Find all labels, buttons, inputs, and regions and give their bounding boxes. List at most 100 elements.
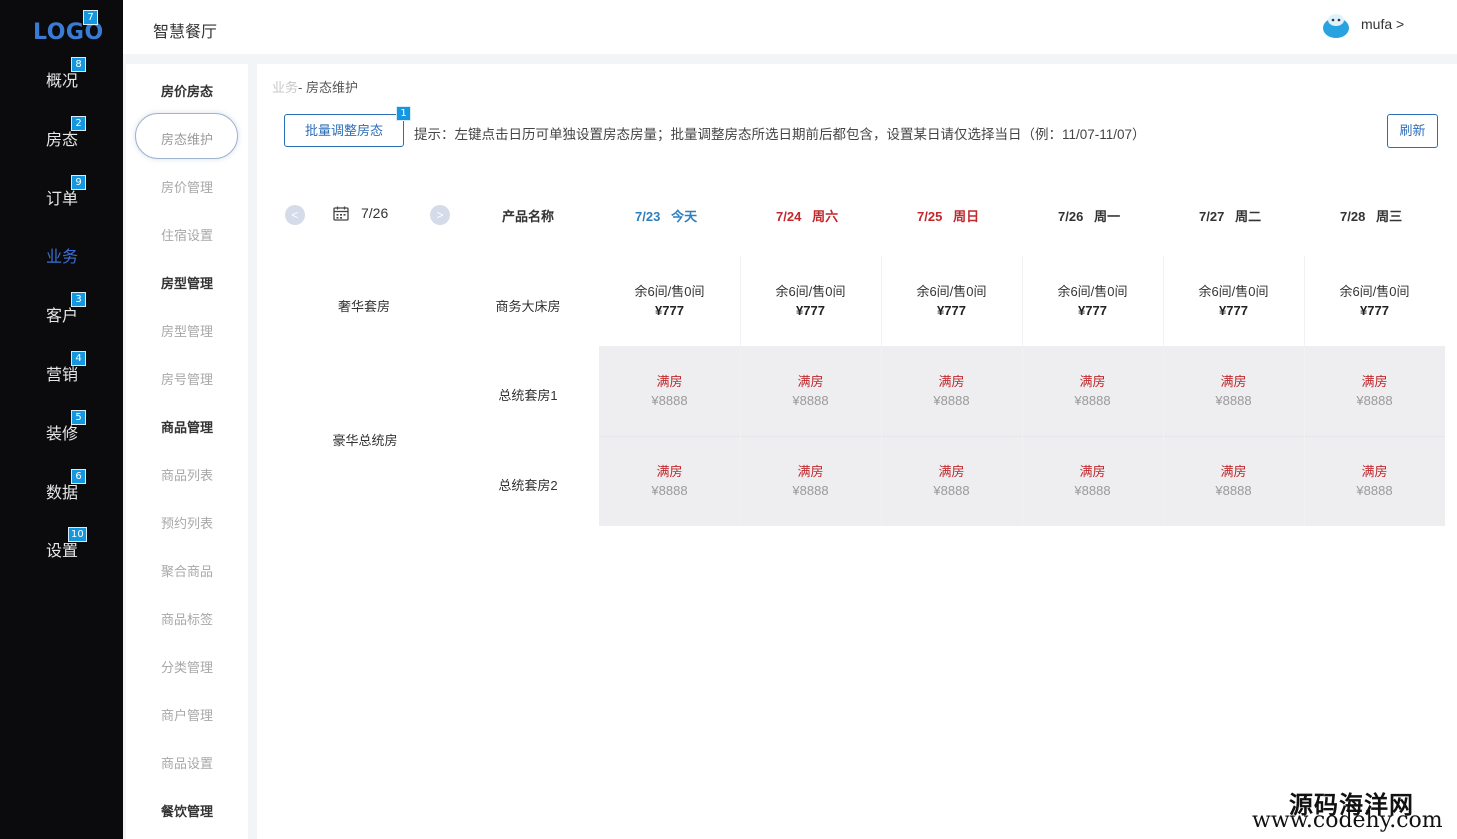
app-title: 智慧餐厅 bbox=[153, 24, 218, 41]
cell-price: ¥777 bbox=[1219, 303, 1248, 318]
calendar-cell[interactable]: 满房 ¥8888 bbox=[1163, 462, 1304, 500]
cell-status: 满房 bbox=[1220, 464, 1247, 479]
calendar-cell[interactable]: 余6间/售0间 ¥777 bbox=[1022, 282, 1163, 320]
avatar-icon[interactable] bbox=[1321, 11, 1351, 39]
cell-status: 余6间/售0间 bbox=[634, 284, 705, 299]
room-name: 总统套房1 bbox=[498, 388, 558, 403]
tip-text: 提示：左键点击日历可单独设置房态房量；批量调整房态所选日期前后都包含，设置某日请… bbox=[414, 127, 1146, 142]
cell-price: ¥777 bbox=[796, 303, 825, 318]
submenu-item-category[interactable]: 分类管理 bbox=[126, 657, 248, 676]
calendar-cell[interactable]: 余6间/售0间 ¥777 bbox=[1163, 282, 1304, 320]
nav-badge: 6 bbox=[71, 469, 86, 484]
submenu-item-aggregate-goods[interactable]: 聚合商品 bbox=[126, 561, 248, 580]
date-header[interactable]: 7/24 周六 bbox=[776, 206, 838, 225]
logo-badge: 7 bbox=[83, 10, 98, 25]
cell-status: 满房 bbox=[656, 374, 683, 389]
top-header: 智慧餐厅 mufa > bbox=[123, 0, 1457, 54]
date-header[interactable]: 7/28 周三 bbox=[1340, 206, 1402, 225]
breadcrumb: 业务- 房态维护 bbox=[272, 77, 358, 96]
cell-status: 余6间/售0间 bbox=[1198, 284, 1269, 299]
calendar-cell[interactable]: 余6间/售0间 ¥777 bbox=[1304, 282, 1445, 320]
cell-price: ¥8888 bbox=[651, 483, 688, 498]
calendar-cell[interactable]: 满房 ¥8888 bbox=[881, 372, 1022, 410]
submenu-group-catering: 餐饮管理 bbox=[160, 804, 213, 819]
calendar-cell[interactable]: 满房 ¥8888 bbox=[1022, 372, 1163, 410]
room-status-calendar: < 7/26 > 产品名称 7/23 今天 7/24 周六 7/25 周日 7/… bbox=[272, 174, 1445, 594]
batch-badge: 1 bbox=[396, 106, 411, 121]
next-date-button[interactable]: > bbox=[430, 205, 450, 225]
date-header-day: 周三 bbox=[1376, 209, 1403, 224]
cell-price: ¥8888 bbox=[933, 393, 970, 408]
nav-item-business[interactable]: 业务 bbox=[46, 243, 78, 267]
cell-status: 满房 bbox=[797, 374, 824, 389]
calendar-icon[interactable] bbox=[333, 206, 349, 221]
nav-badge: 2 bbox=[71, 116, 86, 131]
room-name: 总统套房2 bbox=[498, 478, 558, 493]
submenu-item-merchant[interactable]: 商户管理 bbox=[126, 705, 248, 724]
cell-status: 余6间/售0间 bbox=[1339, 284, 1410, 299]
cell-price: ¥8888 bbox=[1215, 483, 1252, 498]
submenu-item-reservation-list[interactable]: 预约列表 bbox=[126, 513, 248, 532]
submenu-item-room-number[interactable]: 房号管理 bbox=[126, 369, 248, 388]
cell-price: ¥8888 bbox=[792, 483, 829, 498]
date-header-date: 7/28 bbox=[1340, 209, 1366, 224]
cell-status: 余6间/售0间 bbox=[916, 284, 987, 299]
user-menu-link[interactable]: mufa > bbox=[1361, 16, 1404, 32]
cell-price: ¥777 bbox=[937, 303, 966, 318]
date-header[interactable]: 7/26 周一 bbox=[1058, 206, 1120, 225]
date-header-date: 7/27 bbox=[1199, 209, 1225, 224]
room-category: 奢华套房 bbox=[337, 299, 390, 314]
room-name: 商务大床房 bbox=[495, 299, 561, 314]
watermark-url: www.codehy.com bbox=[1252, 808, 1443, 833]
submenu-item-goods-settings[interactable]: 商品设置 bbox=[126, 753, 248, 772]
breadcrumb-parent[interactable]: 业务 bbox=[272, 80, 298, 95]
calendar-cell[interactable]: 满房 ¥8888 bbox=[740, 372, 881, 410]
date-header[interactable]: 7/25 周日 bbox=[917, 206, 979, 225]
calendar-cell[interactable]: 满房 ¥8888 bbox=[1304, 372, 1445, 410]
submenu-item-stay-settings[interactable]: 住宿设置 bbox=[126, 225, 248, 244]
calendar-cell[interactable]: 满房 ¥8888 bbox=[1163, 372, 1304, 410]
batch-adjust-button[interactable]: 批量调整房态 bbox=[284, 114, 404, 147]
cell-status: 满房 bbox=[1361, 374, 1388, 389]
calendar-cell[interactable]: 余6间/售0间 ¥777 bbox=[740, 282, 881, 320]
date-header-day: 周二 bbox=[1235, 209, 1262, 224]
calendar-cell[interactable]: 满房 ¥8888 bbox=[599, 372, 740, 410]
calendar-cell[interactable]: 满房 ¥8888 bbox=[740, 462, 881, 500]
prev-date-button[interactable]: < bbox=[285, 205, 305, 225]
cell-status: 满房 bbox=[938, 374, 965, 389]
cell-price: ¥8888 bbox=[1074, 483, 1111, 498]
calendar-cell[interactable]: 满房 ¥8888 bbox=[881, 462, 1022, 500]
date-header-date: 7/24 bbox=[776, 209, 802, 224]
date-header[interactable]: 7/23 今天 bbox=[635, 206, 697, 225]
submenu-item-goods-list[interactable]: 商品列表 bbox=[126, 465, 248, 484]
cell-status: 满房 bbox=[1220, 374, 1247, 389]
calendar-cell[interactable]: 余6间/售0间 ¥777 bbox=[599, 282, 740, 320]
submenu-item-room-type[interactable]: 房型管理 bbox=[126, 321, 248, 340]
submenu-group-room-price-status: 房价房态 bbox=[160, 84, 213, 99]
submenu-group-room-type: 房型管理 bbox=[160, 276, 213, 291]
cell-status: 余6间/售0间 bbox=[775, 284, 846, 299]
submenu-item-goods-tags[interactable]: 商品标签 bbox=[126, 609, 248, 628]
date-header-day: 周日 bbox=[953, 209, 980, 224]
refresh-button[interactable]: 刷新 bbox=[1387, 114, 1438, 148]
submenu-item-room-price[interactable]: 房价管理 bbox=[126, 177, 248, 196]
room-category: 豪华总统房 bbox=[332, 433, 398, 448]
calendar-cell[interactable]: 满房 ¥8888 bbox=[1304, 462, 1445, 500]
cell-price: ¥777 bbox=[1360, 303, 1389, 318]
sub-menu: 房价房态 房态维护 房价管理 住宿设置 房型管理 房型管理 房号管理 商品管理 … bbox=[126, 64, 248, 839]
main-content: 业务- 房态维护 批量调整房态 1 提示：左键点击日历可单独设置房态房量；批量调… bbox=[257, 64, 1457, 839]
date-header[interactable]: 7/27 周二 bbox=[1199, 206, 1261, 225]
cell-price: ¥8888 bbox=[792, 393, 829, 408]
date-header-day: 周六 bbox=[812, 209, 839, 224]
breadcrumb-current: - 房态维护 bbox=[298, 80, 358, 95]
submenu-item-room-status-maintenance[interactable]: 房态维护 bbox=[126, 129, 248, 148]
calendar-cell[interactable]: 满房 ¥8888 bbox=[1022, 462, 1163, 500]
cell-price: ¥777 bbox=[655, 303, 684, 318]
cell-status: 满房 bbox=[1361, 464, 1388, 479]
nav-badge: 4 bbox=[71, 351, 86, 366]
calendar-cell[interactable]: 余6间/售0间 ¥777 bbox=[881, 282, 1022, 320]
cell-price: ¥8888 bbox=[651, 393, 688, 408]
cell-status: 满房 bbox=[656, 464, 683, 479]
current-date[interactable]: 7/26 bbox=[361, 205, 388, 221]
calendar-cell[interactable]: 满房 ¥8888 bbox=[599, 462, 740, 500]
